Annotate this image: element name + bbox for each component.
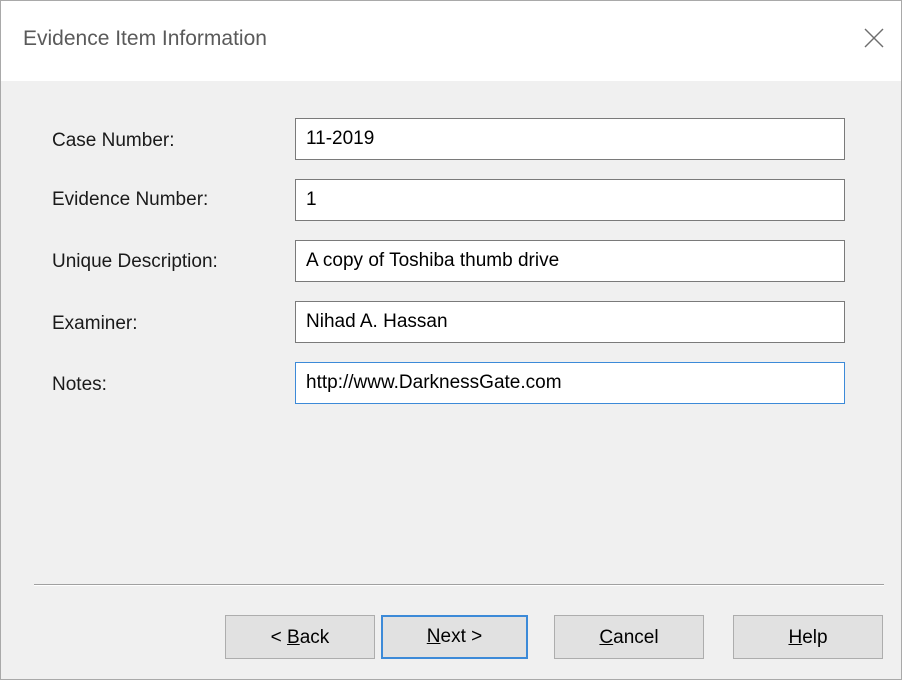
next-button-rest: ext > bbox=[440, 626, 483, 647]
examiner-label: Examiner: bbox=[52, 313, 138, 334]
notes-label: Notes: bbox=[52, 374, 107, 395]
unique-description-field[interactable] bbox=[295, 240, 845, 282]
cancel-button[interactable]: Cancel bbox=[554, 615, 704, 659]
cancel-button-rest: ancel bbox=[613, 627, 659, 648]
evidence-number-field[interactable] bbox=[295, 179, 845, 221]
back-button-prefix: < bbox=[270, 627, 288, 648]
button-separator bbox=[34, 584, 884, 586]
title-bar: Evidence Item Information bbox=[1, 1, 901, 81]
case-number-label: Case Number: bbox=[52, 130, 175, 151]
unique-description-label: Unique Description: bbox=[52, 251, 218, 272]
evidence-item-dialog: Evidence Item Information Case Number: E… bbox=[0, 0, 902, 680]
close-button[interactable] bbox=[855, 21, 891, 57]
notes-field[interactable] bbox=[295, 362, 845, 404]
help-button-rest: elp bbox=[802, 627, 828, 648]
back-button-mnemonic: B bbox=[287, 627, 300, 648]
help-button[interactable]: Help bbox=[733, 615, 883, 659]
close-icon bbox=[864, 28, 884, 48]
help-button-mnemonic: H bbox=[788, 627, 803, 648]
back-button[interactable]: < Back bbox=[225, 615, 375, 659]
next-button[interactable]: Next > bbox=[381, 615, 528, 659]
window-title: Evidence Item Information bbox=[23, 27, 267, 50]
case-number-field[interactable] bbox=[295, 118, 845, 160]
cancel-button-mnemonic: C bbox=[599, 627, 614, 648]
next-button-mnemonic: N bbox=[426, 626, 441, 647]
evidence-number-label: Evidence Number: bbox=[52, 189, 209, 210]
examiner-field[interactable] bbox=[295, 301, 845, 343]
back-button-rest: ack bbox=[299, 627, 330, 648]
